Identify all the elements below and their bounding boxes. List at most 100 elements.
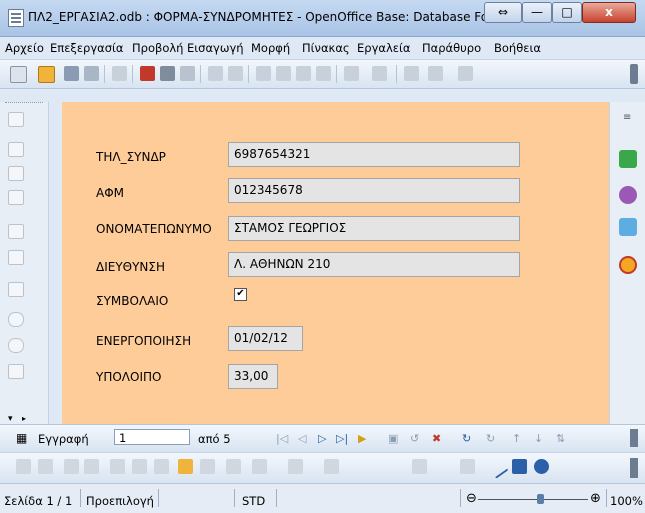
edit-file-icon[interactable] [112,66,127,81]
undo-record-icon[interactable]: ↺ [410,432,419,445]
gallery-icon[interactable] [619,186,637,204]
display-grid-icon[interactable] [412,459,427,474]
refresh-control-icon[interactable]: ↻ [486,432,495,445]
sort-ascending-icon[interactable]: ↑ [512,432,521,445]
tel-field[interactable]: 6987654321 [228,142,520,167]
save-record-icon[interactable]: ▣ [388,432,398,445]
page-style[interactable]: Προεπιλογή [86,494,154,508]
menu-format[interactable]: Μορφή [251,41,290,55]
align-icon[interactable] [288,459,303,474]
delete-record-icon[interactable]: ✖ [432,432,441,445]
grid-icon[interactable] [132,459,147,474]
zoom-slider[interactable] [478,499,588,500]
tab-order-icon[interactable] [110,459,125,474]
print-icon[interactable] [160,66,175,81]
open-folder-icon[interactable] [38,66,55,83]
address-field[interactable]: Λ. ΑΘΗΝΩΝ 210 [228,252,520,277]
select-icon[interactable] [16,459,31,474]
menu-help[interactable]: Βοήθεια [494,41,541,55]
form-properties-icon[interactable] [8,190,24,205]
design-mode-icon[interactable] [8,142,24,157]
text-box-control-icon[interactable] [8,250,24,265]
push-button-control-icon[interactable] [8,312,24,327]
last-record-icon[interactable]: ▷| [336,432,348,445]
form-navigator-icon[interactable] [64,459,79,474]
restore-button[interactable]: ⇔ [484,2,522,23]
open-in-design-icon[interactable] [178,459,193,474]
menu-tools[interactable]: Εργαλεία [357,41,410,55]
zoom-out-icon[interactable]: ⊖ [466,491,477,506]
minimize-button[interactable]: — [522,2,552,23]
copy-icon[interactable] [276,66,291,81]
chevron-down-icon[interactable]: ▾ [8,414,13,424]
sidebar-menu-icon[interactable]: ≡ [623,112,631,123]
compass-icon[interactable] [619,256,637,274]
sort-descending-icon[interactable]: ↓ [534,432,543,445]
balance-field[interactable]: 33,00 [228,364,278,389]
menu-view[interactable]: Προβολή [132,41,183,55]
zoom-in-icon[interactable]: ⊕ [590,491,601,506]
zoom-slider-handle[interactable] [537,494,544,504]
ellipse-tool-icon[interactable] [534,459,549,474]
menu-window[interactable]: Παράθυρο [422,41,481,55]
redo-icon[interactable] [372,66,387,81]
close-button[interactable]: x [582,2,636,23]
select-mode-icon[interactable] [460,459,475,474]
afm-field[interactable]: 012345678 [228,178,520,203]
maximize-button[interactable]: □ [552,2,582,23]
hyperlink-icon[interactable] [404,66,419,81]
spellcheck-icon[interactable] [208,66,223,81]
chevron-right-icon[interactable]: ▸ [22,414,26,423]
binoculars-icon[interactable]: ▦ [16,431,27,445]
record-number-input[interactable]: 1 [114,429,190,445]
helplines-icon[interactable] [154,459,169,474]
new-document-icon[interactable] [10,66,27,83]
export-pdf-icon[interactable] [140,66,155,81]
activation-date-field[interactable]: 01/02/12 [228,326,303,351]
email-icon[interactable] [84,66,99,81]
menu-edit[interactable]: Επεξεργασία [50,41,123,55]
first-record-icon[interactable]: |◁ [276,432,288,445]
list-box-control-icon[interactable] [8,364,24,379]
menu-insert[interactable]: Εισαγωγή [187,41,244,55]
page-preview-icon[interactable] [180,66,195,81]
wizards-icon[interactable] [200,459,215,474]
navigator-icon[interactable] [619,218,637,236]
zoom-level[interactable]: 100% [610,494,643,508]
next-record-icon[interactable]: ▷ [318,432,326,445]
autospellcheck-icon[interactable] [228,66,243,81]
undo-icon[interactable] [344,66,359,81]
select-pointer-icon[interactable] [8,112,24,127]
arrange-icon[interactable] [324,459,339,474]
table-icon[interactable] [428,66,443,81]
toolbar2-overflow-icon[interactable] [630,458,638,478]
option-button-control-icon[interactable] [8,338,24,353]
show-draw-functions-icon[interactable] [458,66,473,81]
checkbox-control-icon[interactable] [8,224,24,239]
sort-icon[interactable]: ⇅ [556,432,565,445]
fullname-field[interactable]: ΣΤΑΜΟΣ ΓΕΩΡΓΙΟΣ [228,216,520,241]
navbar-overflow-icon[interactable] [630,429,638,447]
cut-icon[interactable] [256,66,271,81]
contract-checkbox[interactable]: ✔ [234,288,247,301]
line-tool-icon[interactable] [486,456,509,479]
toolbar-overflow-icon[interactable] [630,64,638,84]
paste-icon[interactable] [296,66,311,81]
menu-table[interactable]: Πίνακας [302,41,350,55]
styles-icon[interactable] [619,150,637,168]
label-control-icon[interactable] [8,282,24,297]
record-count: από 5 [198,432,231,446]
rectangle-tool-icon[interactable] [512,459,527,474]
anchor-icon[interactable] [252,459,267,474]
menu-file[interactable]: Αρχείο [5,41,44,55]
save-icon[interactable] [64,66,79,81]
format-paintbrush-icon[interactable] [316,66,331,81]
design-mode-toggle-icon[interactable] [38,459,53,474]
position-size-icon[interactable] [226,459,241,474]
previous-record-icon[interactable]: ◁ [298,432,306,445]
selection-mode[interactable]: STD [242,494,265,508]
new-record-icon[interactable]: ▶ [358,432,366,445]
refresh-icon[interactable]: ↻ [462,432,471,445]
add-field-icon[interactable] [84,459,99,474]
control-properties-icon[interactable] [8,166,24,181]
